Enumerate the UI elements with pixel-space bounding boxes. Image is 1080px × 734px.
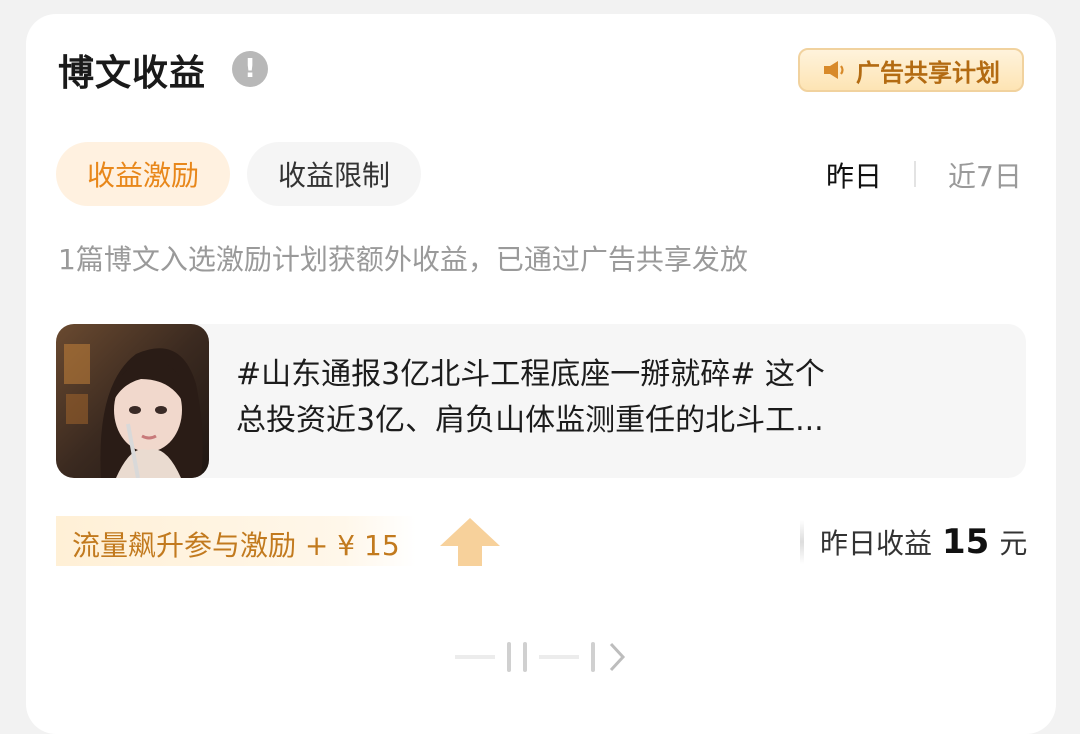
page-title: 博文收益 <box>58 53 207 94</box>
pager-bar <box>507 642 511 672</box>
traffic-boost-text: 流量飙升参与激励 + ¥ 15 <box>72 524 400 564</box>
exclamation-circle-icon[interactable]: ! <box>232 51 268 87</box>
yesterday-earnings: 昨日收益 15 元 <box>820 522 1027 562</box>
arrow-up-icon <box>440 518 500 566</box>
chevron-right-icon[interactable] <box>607 640 627 674</box>
incentive-description: 1篇博文入选激励计划获额外收益，已通过广告共享发放 <box>58 243 748 276</box>
traffic-boost-label: 流量飙升参与激励 <box>72 529 297 562</box>
range-last-7-days[interactable]: 近7日 <box>948 155 1022 195</box>
pager-bar <box>523 642 527 672</box>
ad-share-plan-button[interactable]: 广告共享计划 <box>798 48 1024 92</box>
post-excerpt-line-2: 总投资近3亿、肩负山体监测重任的北斗工... <box>236 403 824 438</box>
post-excerpt[interactable]: #山东通报3亿北斗工程底座一掰就碎# 这个 总投资近3亿、肩负山体监测重任的北斗… <box>236 352 996 444</box>
post-thumbnail[interactable] <box>56 324 209 478</box>
megaphone-icon <box>824 61 844 79</box>
pager-dash <box>539 655 579 659</box>
earnings-label: 昨日收益 <box>820 527 933 560</box>
range-divider <box>914 161 916 187</box>
earnings-unit: 元 <box>999 527 1028 560</box>
pager-bar <box>591 642 595 672</box>
post-excerpt-line-1: #山东通报3亿北斗工程底座一掰就碎# 这个 <box>236 357 825 392</box>
traffic-boost-amount: + ¥ 15 <box>304 529 400 562</box>
tab-income-incentive[interactable]: 收益激励 <box>56 142 230 206</box>
view-more-control[interactable] <box>455 640 627 674</box>
traffic-boost-badge: 流量飙升参与激励 + ¥ 15 <box>56 516 500 566</box>
range-yesterday[interactable]: 昨日 <box>826 155 882 195</box>
pager-dash <box>455 655 495 659</box>
earnings-value: 15 <box>942 522 990 562</box>
earnings-divider <box>800 520 804 564</box>
tab-income-limit[interactable]: 收益限制 <box>247 142 421 206</box>
ad-share-plan-label: 广告共享计划 <box>856 58 1000 87</box>
